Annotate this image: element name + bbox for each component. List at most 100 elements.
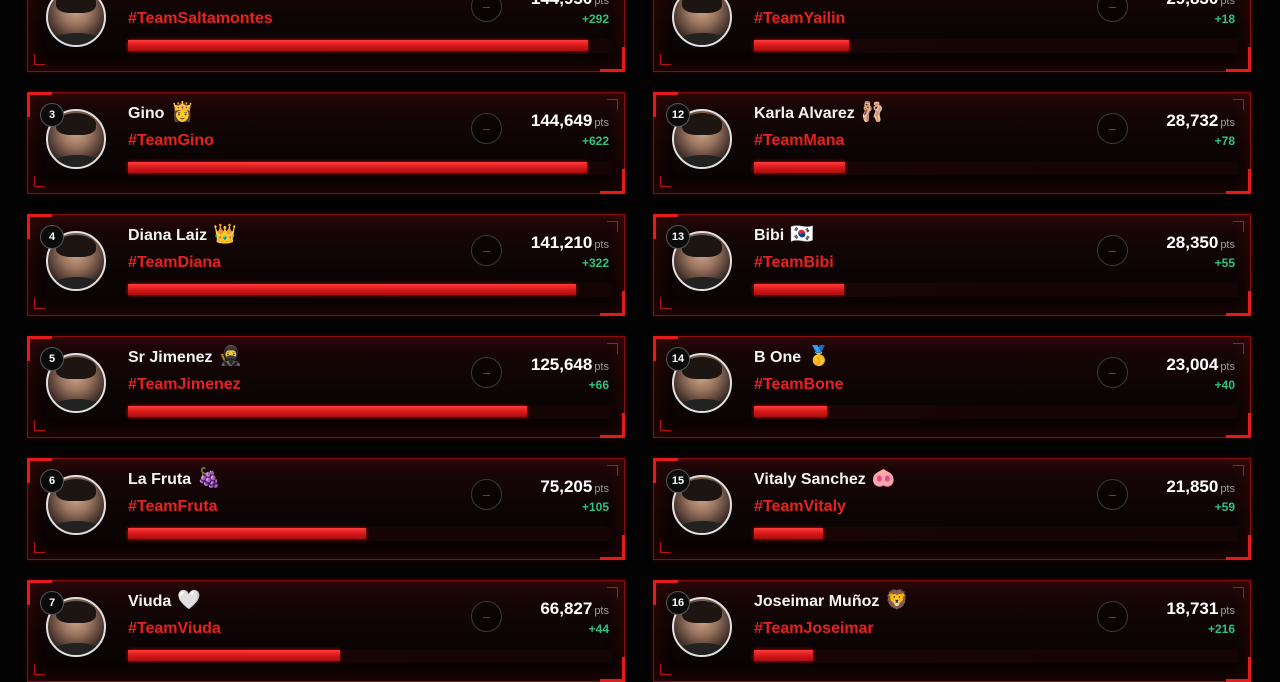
contestant-name: Bibi <box>754 227 785 244</box>
card-corner-decoration <box>1233 587 1244 598</box>
card-corner-decoration <box>34 176 45 187</box>
card-corner-decoration <box>660 176 671 187</box>
name-emoji: 🥷 <box>218 346 243 367</box>
team-hashtag[interactable]: #TeamBibi <box>754 254 834 272</box>
points-value: 21,850 <box>1166 477 1219 496</box>
name-emoji: 🇰🇷 <box>790 224 814 245</box>
rank-badge: 13 <box>666 225 690 249</box>
rank-badge: 4 <box>40 225 64 249</box>
progress-track <box>754 527 1238 541</box>
team-hashtag[interactable]: #TeamVitaly <box>754 498 846 516</box>
progress-fill <box>754 40 849 51</box>
leaderboard-card[interactable]: 12 Karla Alvarez 🩰 #TeamMana – 28,732 pts +78 <box>653 92 1251 194</box>
points-total: 144,950pts <box>531 0 609 9</box>
team-hashtag[interactable]: #TeamJimenez <box>128 376 241 394</box>
name-emoji: 🎀 <box>804 0 828 3</box>
vote-button[interactable]: – <box>471 113 502 144</box>
points-delta: +322 <box>581 256 609 270</box>
rank-badge: 5 <box>40 347 64 371</box>
avatar-hair <box>56 0 96 13</box>
avatar-shirt <box>52 643 102 655</box>
points-value: 29,830 <box>1166 0 1218 8</box>
vote-button[interactable]: – <box>1097 113 1128 144</box>
points-total: 125,648 pts <box>531 355 609 375</box>
points-total: 141,210 pts <box>531 233 609 253</box>
card-corner-decoration <box>34 298 45 309</box>
avatar-shirt <box>678 277 728 289</box>
points-value: 18,731 <box>1166 599 1219 618</box>
progress-track <box>754 405 1238 419</box>
leaderboard-card[interactable]: 14 B One 🥇 #TeamBone – 23,004 pts +40 <box>653 336 1251 438</box>
leaderboard-card[interactable]: 5 Sr Jimenez 🥷 #TeamJimenez – 125,648 pts +66 <box>27 336 625 438</box>
points-total: 28,350 pts <box>1166 233 1235 253</box>
card-corner-decoration <box>1233 465 1244 476</box>
leaderboard-card[interactable]: 7 Viuda 🤍 #TeamViuda – 66,827 pts +44 <box>27 580 625 682</box>
vote-button[interactable]: – <box>471 601 502 632</box>
team-hashtag[interactable]: #TeamBone <box>754 376 844 394</box>
points-unit: pts <box>1220 239 1235 251</box>
vote-button[interactable]: – <box>471 0 502 22</box>
progress-track <box>128 649 612 663</box>
points-value: 23,004 <box>1166 355 1219 374</box>
contestant-name: Diana Laiz <box>128 227 208 244</box>
vote-button[interactable]: – <box>1097 357 1128 388</box>
points-total: 144,649 pts <box>531 111 609 131</box>
points-delta: +44 <box>588 622 609 636</box>
progress-fill <box>128 284 576 295</box>
rank-badge: 3 <box>40 103 64 127</box>
avatar-shirt <box>52 277 102 289</box>
name-emoji: 🥇 <box>807 346 831 367</box>
progress-track <box>128 405 612 419</box>
points-value: 144,649 <box>530 111 593 130</box>
points-unit: pts <box>1220 605 1235 617</box>
vote-button[interactable]: – <box>471 479 502 510</box>
rank-badge: 12 <box>666 103 690 127</box>
leaderboard-card[interactable]: 🎀 #TeamYailin – 29,830pts +18 <box>653 0 1251 72</box>
card-corner-decoration <box>34 54 45 65</box>
team-hashtag[interactable]: #TeamJoseimar <box>754 620 874 638</box>
team-hashtag[interactable]: #TeamViuda <box>128 620 221 638</box>
points-unit: pts <box>594 239 609 251</box>
avatar-shirt <box>52 33 102 45</box>
points-unit: pts <box>1220 0 1235 7</box>
progress-fill <box>128 40 588 51</box>
contestant-name: Karla Alvarez <box>754 105 855 122</box>
vote-button[interactable]: – <box>471 357 502 388</box>
leaderboard-card[interactable]: 6 La Fruta 🍇 #TeamFruta – 75,205 pts +105 <box>27 458 625 560</box>
points-unit: pts <box>1220 361 1235 373</box>
avatar-shirt <box>52 521 102 533</box>
vote-button[interactable]: – <box>1097 235 1128 266</box>
team-hashtag[interactable]: #TeamFruta <box>128 498 218 516</box>
team-hashtag[interactable]: #TeamYailin <box>754 10 845 28</box>
progress-fill <box>128 650 340 661</box>
leaderboard-card[interactable]: 13 Bibi 🇰🇷 #TeamBibi – 28,350 pts +55 <box>653 214 1251 316</box>
card-corner-decoration <box>1233 221 1244 232</box>
card-corner-decoration <box>660 664 671 675</box>
points-unit: pts <box>594 605 609 617</box>
points-delta: +55 <box>1214 256 1235 270</box>
contestant-name: Gino <box>128 105 165 122</box>
progress-fill <box>754 284 844 295</box>
vote-button[interactable]: – <box>1097 479 1128 510</box>
card-corner-decoration <box>660 54 671 65</box>
leaderboard-card[interactable]: #TeamSaltamontes – 144,950pts +292 <box>27 0 625 72</box>
team-hashtag[interactable]: #TeamSaltamontes <box>128 10 273 28</box>
leaderboard-card[interactable]: 16 Joseimar Muñoz 🦁 #TeamJoseimar – 18,731 pts… <box>653 580 1251 682</box>
team-hashtag[interactable]: #TeamDiana <box>128 254 221 272</box>
points-total: 18,731 pts <box>1166 599 1235 619</box>
avatar-shirt <box>678 155 728 167</box>
vote-button[interactable]: – <box>1097 0 1128 22</box>
team-hashtag[interactable]: #TeamMana <box>754 132 844 150</box>
vote-button[interactable]: – <box>1097 601 1128 632</box>
team-hashtag[interactable]: #TeamGino <box>128 132 214 150</box>
rank-badge: 6 <box>40 469 64 493</box>
points-unit: pts <box>594 0 609 7</box>
leaderboard-card[interactable]: 15 Vitaly Sanchez 🐽 #TeamVitaly – 21,850 pts +5… <box>653 458 1251 560</box>
rank-badge: 7 <box>40 591 64 615</box>
contestant-name: La Fruta <box>128 471 192 488</box>
leaderboard-card[interactable]: 3 Gino 👸 #TeamGino – 144,649 pts +622 <box>27 92 625 194</box>
vote-button[interactable]: – <box>471 235 502 266</box>
leaderboard-card[interactable]: 4 Diana Laiz 👑 #TeamDiana – 141,210 pts +322 <box>27 214 625 316</box>
points-delta: +105 <box>581 500 609 514</box>
progress-fill <box>754 650 813 661</box>
